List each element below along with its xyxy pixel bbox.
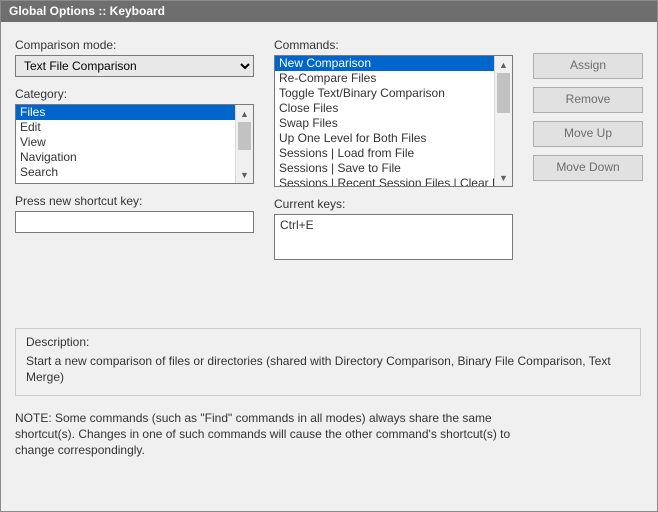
commands-label: Commands:: [274, 38, 513, 52]
scroll-down-icon[interactable]: ▼: [236, 166, 253, 183]
command-item[interactable]: Close Files: [275, 101, 495, 116]
description-text: Start a new comparison of files or direc…: [26, 353, 630, 385]
category-item-files[interactable]: Files: [16, 105, 236, 120]
current-keys-label: Current keys:: [274, 197, 513, 211]
commands-scroll-thumb[interactable]: [497, 73, 510, 113]
command-item[interactable]: Toggle Text/Binary Comparison: [275, 86, 495, 101]
category-item-view[interactable]: View: [16, 135, 236, 150]
category-item-navigation[interactable]: Navigation: [16, 150, 236, 165]
assign-button[interactable]: Assign: [533, 53, 643, 79]
scroll-down-icon[interactable]: ▼: [495, 169, 512, 186]
category-label: Category:: [15, 87, 254, 101]
right-column: Assign Remove Move Up Move Down: [533, 38, 643, 260]
comparison-mode-select[interactable]: Text File Comparison: [15, 55, 254, 77]
options-window: Global Options :: Keyboard Comparison mo…: [0, 0, 658, 512]
command-item[interactable]: Up One Level for Both Files: [275, 131, 495, 146]
shortcut-key-label: Press new shortcut key:: [15, 194, 254, 208]
titlebar: Global Options :: Keyboard: [1, 1, 657, 22]
remove-button[interactable]: Remove: [533, 87, 643, 113]
shortcut-key-input[interactable]: [15, 211, 254, 233]
comparison-mode-label: Comparison mode:: [15, 38, 254, 52]
command-item[interactable]: Sessions | Recent Session Files | Clear …: [275, 176, 495, 186]
current-keys-value: Ctrl+E: [280, 218, 314, 232]
move-down-button[interactable]: Move Down: [533, 155, 643, 181]
category-item-search[interactable]: Search: [16, 165, 236, 180]
content-area: Comparison mode: Text File Comparison Ca…: [1, 22, 657, 468]
command-item[interactable]: Swap Files: [275, 116, 495, 131]
scroll-up-icon[interactable]: ▲: [495, 56, 512, 73]
category-listbox[interactable]: Files Edit View Navigation Search ▲ ▼: [15, 104, 254, 184]
note-text: NOTE: Some commands (such as "Find" comm…: [15, 410, 545, 458]
description-label: Description:: [26, 335, 630, 349]
move-up-button[interactable]: Move Up: [533, 121, 643, 147]
scroll-up-icon[interactable]: ▲: [236, 105, 253, 122]
commands-scroll-track[interactable]: [495, 73, 512, 169]
left-column: Comparison mode: Text File Comparison Ca…: [15, 38, 254, 260]
window-title: Global Options :: Keyboard: [9, 4, 165, 18]
category-item-edit[interactable]: Edit: [16, 120, 236, 135]
command-item[interactable]: Re-Compare Files: [275, 71, 495, 86]
current-keys-box[interactable]: Ctrl+E: [274, 214, 513, 260]
category-scroll-thumb[interactable]: [238, 122, 251, 150]
middle-column: Commands: New Comparison Re-Compare File…: [274, 38, 513, 260]
category-scrollbar[interactable]: ▲ ▼: [235, 105, 253, 183]
command-item[interactable]: Sessions | Save to File: [275, 161, 495, 176]
command-item[interactable]: New Comparison: [275, 56, 495, 71]
commands-scrollbar[interactable]: ▲ ▼: [494, 56, 512, 186]
description-box: Description: Start a new comparison of f…: [15, 328, 641, 396]
category-scroll-track[interactable]: [236, 122, 253, 166]
commands-listbox[interactable]: New Comparison Re-Compare Files Toggle T…: [274, 55, 513, 187]
command-item[interactable]: Sessions | Load from File: [275, 146, 495, 161]
